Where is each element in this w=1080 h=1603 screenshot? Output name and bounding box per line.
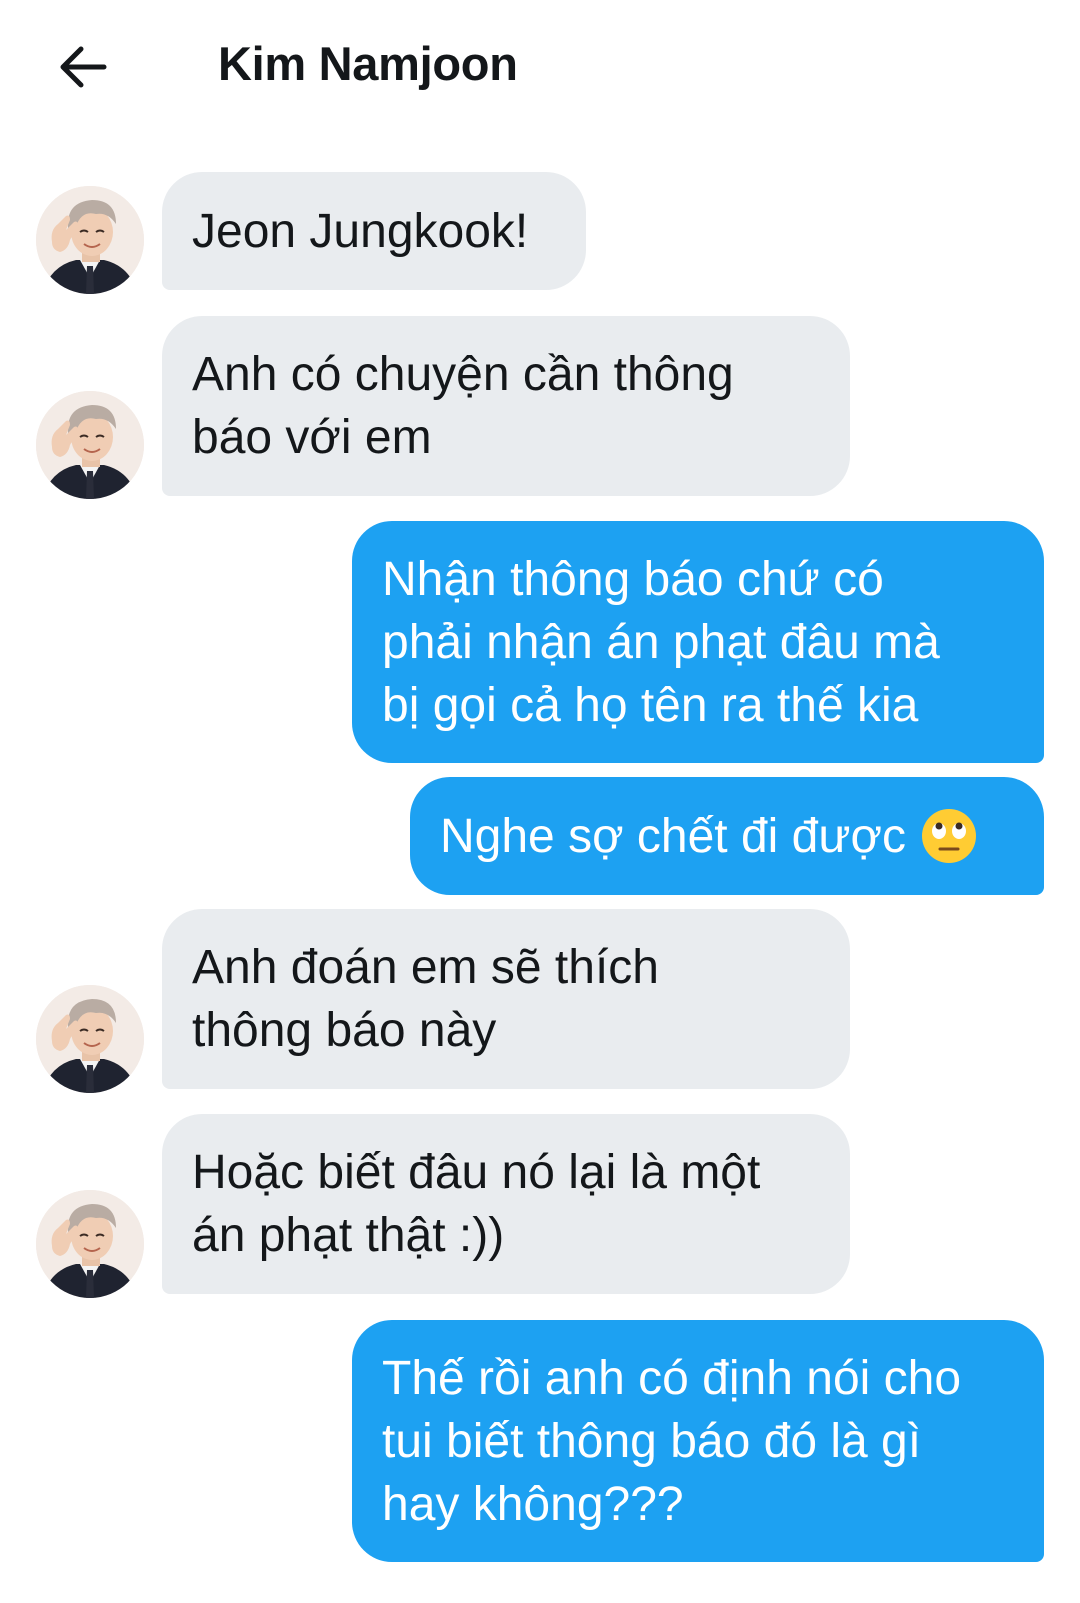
avatar[interactable] [36, 186, 144, 294]
message-bubble-outgoing[interactable]: Thế rồi anh có định nói cho tui biết thô… [352, 1320, 1044, 1562]
avatar[interactable] [36, 1190, 144, 1298]
message-text: Nhận thông báo chứ có phải nhận án phạt … [382, 552, 940, 732]
message-bubble-incoming[interactable]: Hoặc biết đâu nó lại là một án phạt thật… [162, 1114, 850, 1294]
message-bubble-incoming[interactable]: Anh có chuyện cần thông báo với em [162, 316, 850, 496]
message-bubble-outgoing[interactable]: Nhận thông báo chứ có phải nhận án phạt … [352, 521, 1044, 763]
message-text: Hoặc biết đâu nó lại là một án phạt thật… [192, 1146, 761, 1262]
message-text: Thế rồi anh có định nói cho tui biết thô… [382, 1351, 962, 1531]
avatar[interactable] [36, 391, 144, 499]
back-button[interactable] [48, 32, 118, 102]
message-text: Anh đoán em sẽ thích thông báo này [192, 941, 659, 1057]
conversation-header: Kim Namjoon [0, 0, 1080, 130]
face-with-rolling-eyes-emoji [921, 809, 976, 863]
conversation-title[interactable]: Kim Namjoon [218, 36, 518, 91]
message-text: Anh có chuyện cần thông báo với em [192, 348, 734, 464]
avatar[interactable] [36, 985, 144, 1093]
message-bubble-incoming[interactable]: Jeon Jungkook! [162, 172, 586, 290]
message-text: Nghe sợ chết đi được [440, 809, 906, 863]
arrow-left-icon [60, 46, 107, 88]
message-text: Jeon Jungkook! [192, 204, 529, 258]
message-bubble-outgoing[interactable]: Nghe sợ chết đi được [410, 777, 1044, 895]
message-bubble-incoming[interactable]: Anh đoán em sẽ thích thông báo này [162, 909, 850, 1089]
